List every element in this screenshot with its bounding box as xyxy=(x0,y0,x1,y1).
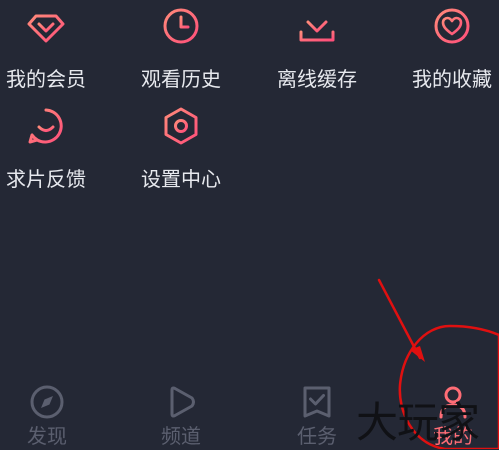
feedback-smile-icon xyxy=(28,108,63,144)
settings-hex-icon xyxy=(164,107,198,145)
compass-icon xyxy=(30,385,64,419)
tab-label: 频道 xyxy=(161,424,201,448)
download-icon xyxy=(299,8,335,42)
grid-item-label: 设置中心 xyxy=(141,167,221,191)
grid-item-label: 观看历史 xyxy=(141,67,221,91)
clock-icon xyxy=(163,8,199,44)
play-icon xyxy=(170,386,195,418)
grid-item-label: 我的会员 xyxy=(6,67,86,91)
grid-item-label: 我的收藏 xyxy=(412,67,492,91)
tab-channel[interactable]: 频道 xyxy=(126,382,236,449)
grid-item-membership[interactable]: 我的会员 xyxy=(0,6,101,106)
watermark-text: 大玩家 xyxy=(356,398,480,447)
grid-item-offline-cache[interactable]: 离线缓存 xyxy=(262,6,372,106)
grid-item-favorites[interactable]: 我的收藏 xyxy=(397,6,499,106)
grid-item-history[interactable]: 观看历史 xyxy=(126,6,236,106)
grid-item-request-feedback[interactable]: 求片反馈 xyxy=(0,106,101,206)
tab-discover[interactable]: 发现 xyxy=(0,382,102,449)
profile-screen: 我的会员 观看历史 离线缓存 我的收藏 求片反馈 设置中心 发现 频道 任务 我… xyxy=(0,0,499,449)
task-icon xyxy=(303,386,331,418)
grid-item-label: 求片反馈 xyxy=(6,167,86,191)
diamond-icon xyxy=(27,14,65,43)
grid-item-settings[interactable]: 设置中心 xyxy=(126,106,236,206)
grid-item-label: 离线缓存 xyxy=(277,67,357,91)
heart-icon xyxy=(434,8,470,44)
tab-label: 发现 xyxy=(27,424,67,448)
